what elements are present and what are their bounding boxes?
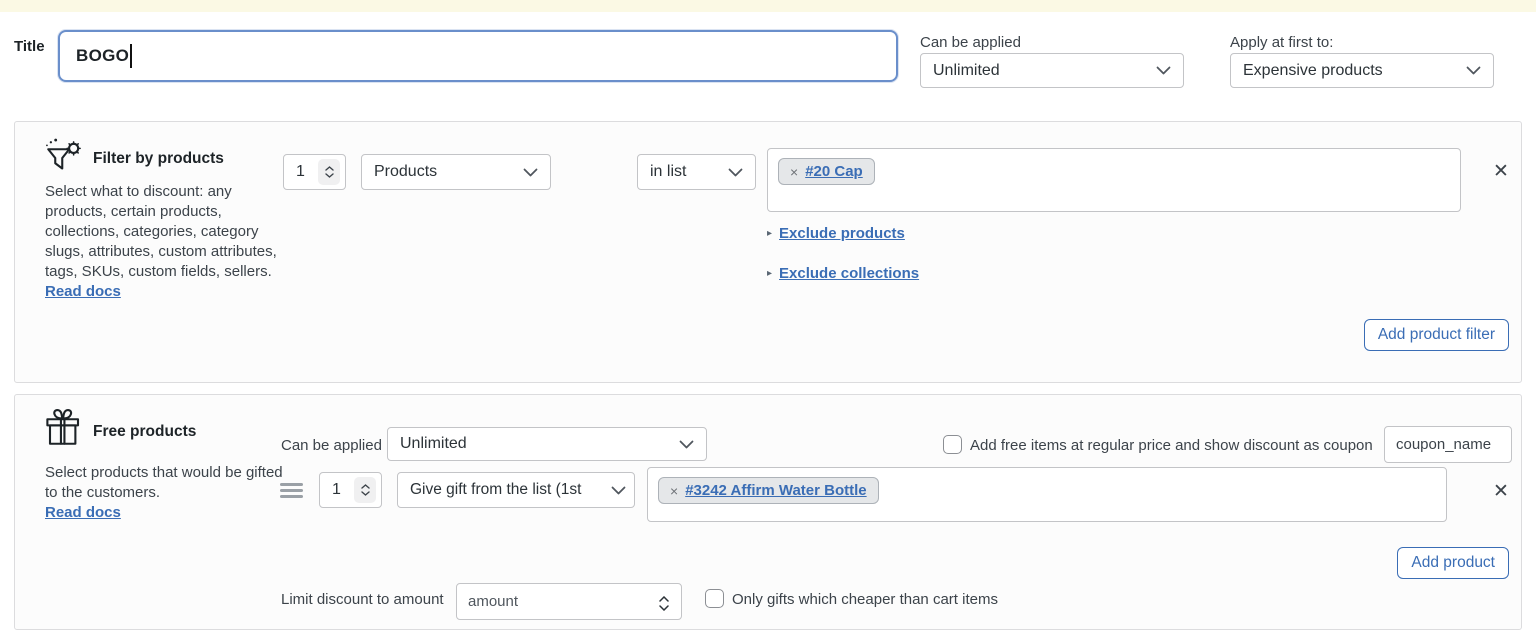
remove-chip-icon[interactable]: × [670,483,678,499]
can-be-applied-select[interactable]: Unlimited [920,53,1184,88]
filter-by-products-panel: Filter by products Select what to discou… [14,121,1522,383]
exclude-products-toggle[interactable]: ▸ Exclude products [767,225,905,242]
free-products-description-text: Select products that would be gifted to … [45,464,283,501]
apply-at-first-value: Expensive products [1243,62,1458,80]
chevron-down-icon [523,168,538,177]
chevron-down-icon [1466,66,1481,75]
chevron-up-icon [361,484,370,489]
product-chip: × #20 Cap [778,158,875,185]
exclude-collections-toggle[interactable]: ▸ Exclude collections [767,265,919,282]
fp-can-be-applied-label: Can be applied [281,437,382,454]
filter-quantity-value: 1 [296,163,318,181]
exclude-collections-link[interactable]: Exclude collections [779,265,919,282]
discount-rule-editor: Title BOGO Can be applied Unlimited Appl… [0,0,1536,641]
add-product-filter-button[interactable]: Add product filter [1364,319,1509,351]
title-label: Title [14,38,45,55]
title-input[interactable]: BOGO [58,30,898,82]
free-products-title: Free products [93,423,196,441]
product-link[interactable]: #3242 Affirm Water Bottle [685,482,866,499]
chevron-down-icon [611,486,626,495]
chevron-down-icon [1156,66,1171,75]
can-be-applied-value: Unlimited [933,62,1148,80]
filter-panel-description-text: Select what to discount: any products, c… [45,183,277,280]
filter-quantity-stepper[interactable]: 1 [283,154,346,190]
limit-amount-input[interactable] [456,583,682,620]
triangle-right-icon: ▸ [767,268,772,279]
filter-panel-title: Filter by products [93,150,224,168]
read-docs-link[interactable]: Read docs [45,283,121,300]
gift-icon [43,407,85,449]
gift-quantity-stepper[interactable]: 1 [319,472,382,508]
fp-can-be-applied-select[interactable]: Unlimited [387,427,707,461]
add-product-button[interactable]: Add product [1397,547,1509,579]
coupon-checkbox[interactable] [943,435,962,454]
text-caret [130,44,132,68]
fp-can-be-applied-value: Unlimited [400,435,671,453]
chevron-down-icon [679,440,694,449]
gift-quantity-value: 1 [332,481,354,499]
apply-at-first-label: Apply at first to: [1230,34,1333,51]
product-chip: × #3242 Affirm Water Bottle [658,477,879,504]
read-docs-link[interactable]: Read docs [45,504,121,521]
remove-gift-row-button[interactable]: ✕ [1488,478,1514,504]
stepper-arrows[interactable] [318,159,340,185]
funnel-gear-icon [43,137,85,179]
coupon-checkbox-label: Add free items at regular price and show… [970,437,1373,454]
remove-filter-row-button[interactable]: ✕ [1488,158,1514,184]
chevron-down-icon [728,168,743,177]
gift-mode-value: Give gift from the list (1st [410,481,607,499]
filter-type-select[interactable]: Products [361,154,551,190]
drag-handle-icon[interactable] [280,483,303,498]
coupon-name-input[interactable] [1384,426,1512,463]
chevron-down-icon [361,491,370,496]
filter-products-tag-field[interactable]: × #20 Cap [767,148,1461,212]
stepper-arrows[interactable] [354,477,376,503]
product-link[interactable]: #20 Cap [805,163,863,180]
triangle-right-icon: ▸ [767,228,772,239]
filter-panel-description: Select what to discount: any products, c… [45,182,285,302]
filter-type-value: Products [374,163,515,181]
remove-chip-icon[interactable]: × [790,164,798,180]
gift-mode-select[interactable]: Give gift from the list (1st [397,472,635,508]
limit-discount-label: Limit discount to amount [281,591,444,608]
top-notice-bar [0,0,1536,12]
can-be-applied-label: Can be applied [920,34,1021,51]
chevron-down-icon [325,173,334,178]
free-products-description: Select products that would be gifted to … [45,463,285,523]
amount-spinner-arrows[interactable] [659,596,669,611]
chevron-up-icon [325,166,334,171]
free-products-panel: Free products Select products that would… [14,394,1522,630]
cheaper-gifts-checkbox[interactable] [705,589,724,608]
exclude-products-link[interactable]: Exclude products [779,225,905,242]
gift-products-tag-field[interactable]: × #3242 Affirm Water Bottle [647,467,1447,522]
apply-at-first-select[interactable]: Expensive products [1230,53,1494,88]
cheaper-gifts-label: Only gifts which cheaper than cart items [732,591,998,608]
filter-operator-select[interactable]: in list [637,154,756,190]
title-value: BOGO [76,46,129,66]
chevron-up-icon [659,596,669,602]
filter-operator-value: in list [650,163,720,181]
chevron-down-icon [659,605,669,611]
